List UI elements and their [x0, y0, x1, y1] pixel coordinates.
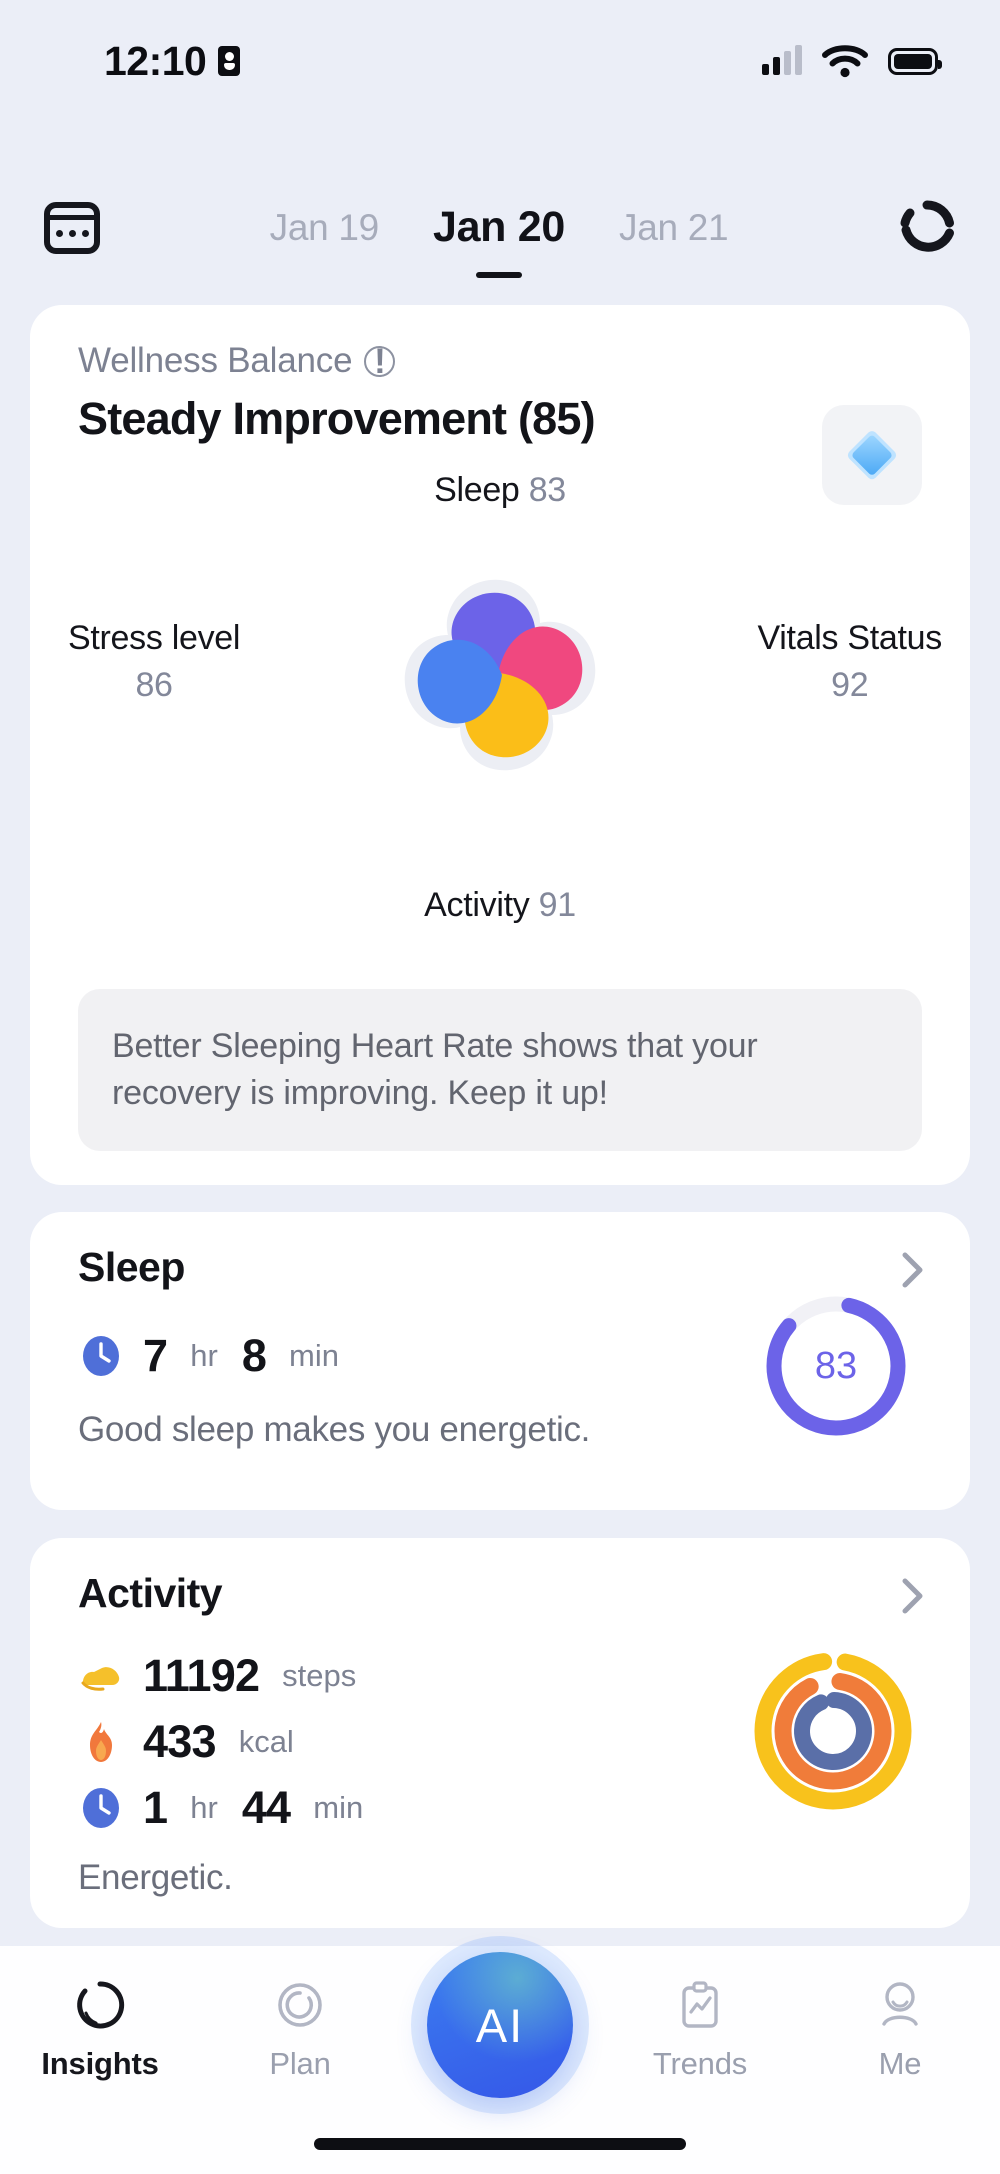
trends-clipboard-icon	[674, 1978, 726, 2032]
sync-refresh-icon[interactable]	[898, 199, 956, 257]
chevron-right-icon[interactable]	[902, 1578, 924, 1614]
nav-label-trends: Trends	[652, 2046, 748, 2081]
activity-duration-row: 1 hr 44 min	[78, 1782, 367, 1834]
chevron-right-icon[interactable]	[902, 1252, 924, 1288]
nav-item-plan[interactable]: Plan	[200, 1978, 400, 2082]
flower-label-vitals-name: Vitals Status	[757, 619, 943, 657]
battery-icon	[888, 47, 942, 75]
flower-label-stress-name: Stress level	[68, 619, 241, 657]
flower-petals	[404, 579, 596, 771]
sleep-note: Good sleep makes you energetic.	[78, 1410, 591, 1449]
wellness-insight-banner: Better Sleeping Heart Rate shows that yo…	[78, 989, 922, 1151]
activity-steps-value: 11192	[143, 1650, 260, 1701]
activity-rings	[754, 1652, 912, 1810]
calendar-icon-header	[50, 208, 94, 220]
person-badge-icon	[218, 46, 241, 76]
calories-ring	[774, 1672, 892, 1790]
duration-ring	[794, 1692, 872, 1770]
activity-steps-row: 11192 steps	[78, 1650, 367, 1702]
wellness-label-row: Wellness Balance !	[78, 341, 922, 381]
cellular-signal-icon	[762, 45, 802, 75]
plan-circle-icon	[274, 1978, 326, 2032]
sleep-score-ring: 83	[766, 1296, 906, 1436]
status-bar: 12:10	[0, 0, 1000, 122]
sleep-duration-row: 7 hr 8 min	[78, 1330, 343, 1382]
flower-label-sleep: Sleep 83	[434, 471, 566, 510]
sleep-minutes-unit: min	[289, 1338, 339, 1373]
wifi-icon	[822, 45, 868, 78]
status-bar-right	[762, 44, 942, 78]
clock-icon	[78, 1334, 123, 1379]
wellness-flower-chart: Sleep 83 Vitals Status 92 Stress level 8…	[30, 453, 970, 933]
flower-label-vitals-value: 92	[831, 666, 869, 704]
wellness-insight-text: Better Sleeping Heart Rate shows that yo…	[112, 1027, 758, 1113]
flower-label-vitals: Vitals Status 92	[757, 619, 943, 705]
sleep-card-title: Sleep	[78, 1244, 185, 1290]
wellness-label: Wellness Balance	[78, 341, 353, 380]
calendar-icon[interactable]	[44, 201, 100, 254]
activity-hours-unit: hr	[190, 1790, 218, 1825]
sleep-minutes-value: 8	[241, 1330, 267, 1381]
sleep-ring-value: 83	[815, 1345, 857, 1387]
activity-metrics: 11192 steps 433 kcal 1 hr 44 min	[78, 1650, 367, 1834]
activity-calories-unit: kcal	[238, 1724, 294, 1759]
activity-calories-row: 433 kcal	[78, 1716, 367, 1768]
flower-label-stress: Stress level 86	[68, 619, 240, 705]
info-icon[interactable]: !	[364, 344, 396, 379]
nav-item-trends[interactable]: Trends	[600, 1978, 800, 2082]
ai-button-label: AI	[475, 1998, 525, 2052]
activity-steps-unit: steps	[282, 1658, 357, 1693]
nav-label-me: Me	[878, 2046, 922, 2081]
clock-icon	[78, 1786, 123, 1831]
flower-label-activity-value: 91	[538, 886, 577, 924]
status-time: 12:10	[104, 37, 207, 84]
date-selector: Jan 19 Jan 20 Jan 21	[100, 203, 898, 252]
activity-calories-value: 433	[143, 1716, 216, 1767]
insights-ring-icon	[74, 1978, 126, 2032]
activity-minutes-value: 44	[241, 1782, 291, 1833]
app-screen: 12:10 Jan 19 Jan 20 Jan 21 Wellness Bala…	[0, 0, 1000, 2174]
date-item-next[interactable]: Jan 21	[619, 207, 729, 249]
nav-item-insights[interactable]: Insights	[0, 1978, 200, 2082]
activity-card-title: Activity	[78, 1570, 223, 1616]
status-bar-left: 12:10	[104, 37, 241, 85]
sleep-hours-unit: hr	[190, 1338, 218, 1373]
flower-label-sleep-name: Sleep	[434, 471, 520, 509]
profile-person-icon	[874, 1978, 926, 2032]
date-item-prev[interactable]: Jan 19	[270, 207, 380, 249]
calendar-icon-dots	[50, 220, 94, 248]
bottom-navigation: Insights Plan AI Trends Me	[0, 1946, 1000, 2174]
nav-label-insights: Insights	[41, 2046, 159, 2081]
flower-label-sleep-value: 83	[528, 471, 567, 509]
activity-note: Energetic.	[78, 1858, 233, 1897]
flower-label-activity-name: Activity	[424, 886, 530, 924]
activity-hours-value: 1	[143, 1782, 168, 1833]
shoe-icon	[78, 1654, 123, 1699]
date-navigation-bar: Jan 19 Jan 20 Jan 21	[0, 175, 1000, 280]
sleep-hours-value: 7	[143, 1330, 168, 1381]
wellness-title: Steady Improvement (85)	[78, 393, 596, 444]
flower-label-stress-value: 86	[135, 666, 173, 704]
activity-minutes-unit: min	[313, 1790, 364, 1825]
nav-item-me[interactable]: Me	[800, 1978, 1000, 2082]
flame-icon	[78, 1720, 123, 1765]
petal-fills	[417, 592, 583, 758]
date-item-current[interactable]: Jan 20	[433, 203, 565, 252]
home-indicator	[314, 2138, 686, 2150]
activity-card[interactable]: Activity 11192 steps 433 kcal 1 hr 44 mi…	[30, 1538, 970, 1928]
sleep-card[interactable]: Sleep 7 hr 8 min Good sleep makes you en…	[30, 1212, 970, 1510]
flower-label-activity: Activity 91	[424, 886, 576, 925]
ai-assistant-button[interactable]: AI	[427, 1952, 573, 2098]
nav-label-plan: Plan	[269, 2046, 331, 2081]
wellness-balance-card[interactable]: Wellness Balance ! Steady Improvement (8…	[30, 305, 970, 1185]
